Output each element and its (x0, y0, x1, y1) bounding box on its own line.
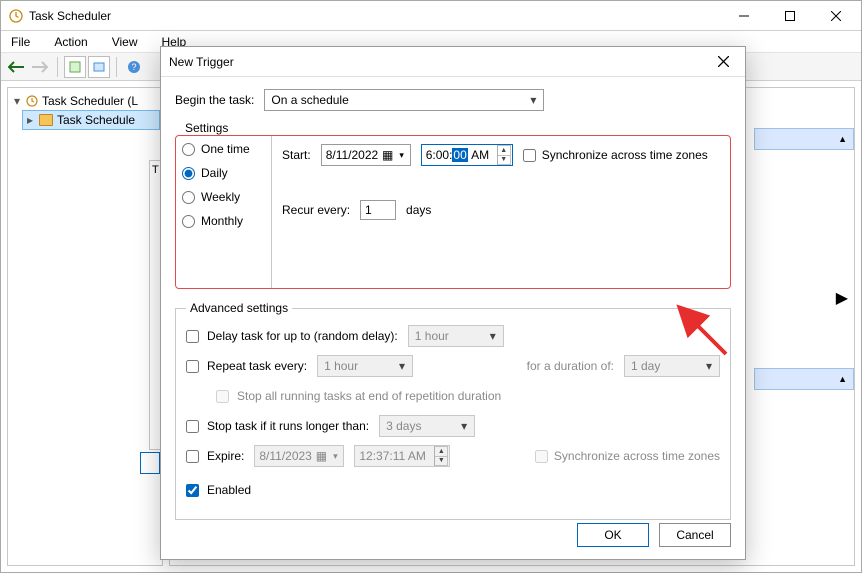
collapse-bar-top[interactable]: ▲ (754, 128, 854, 150)
cancel-button[interactable]: Cancel (659, 523, 731, 547)
menu-view[interactable]: View (108, 33, 142, 51)
chevron-down-icon: ▾ (396, 150, 408, 161)
stop-longer-checkbox[interactable]: Stop task if it runs longer than: (186, 419, 369, 433)
scroll-right-icon[interactable]: ▶ (836, 288, 848, 308)
calendar-icon: ▦ (313, 449, 329, 463)
advanced-fieldset: Advanced settings Delay task for up to (… (175, 301, 731, 520)
spin-down-icon: ▼ (498, 155, 511, 166)
main-titlebar: Task Scheduler (1, 1, 861, 31)
delay-checkbox[interactable]: Delay task for up to (random delay): (186, 329, 398, 343)
toolbar-button-1[interactable] (64, 56, 86, 78)
forward-button[interactable] (29, 56, 51, 78)
duration-dropdown: 1 day▾ (624, 355, 720, 377)
chevron-down-icon: ▾ (485, 326, 501, 346)
tree-library[interactable]: ▸ Task Schedule (22, 110, 160, 130)
tree-library-label: Task Schedule (57, 113, 135, 127)
folder-icon (39, 114, 53, 126)
dialog-close-button[interactable] (709, 52, 737, 72)
close-button[interactable] (813, 2, 859, 30)
ok-button[interactable]: OK (577, 523, 649, 547)
begin-task-dropdown[interactable]: On a schedule ▾ (264, 89, 544, 111)
sync-timezones-2-checkbox: Synchronize across time zones (535, 449, 720, 463)
svg-text:?: ? (131, 62, 136, 72)
start-label: Start: (282, 148, 311, 162)
expire-date-picker: 8/11/2023 ▦ ▾ (254, 445, 344, 467)
expire-checkbox[interactable]: Expire: (186, 449, 244, 463)
stop-longer-dropdown: 3 days▾ (379, 415, 475, 437)
settings-legend: Settings (181, 121, 232, 135)
repeat-checkbox[interactable]: Repeat task every: (186, 359, 307, 373)
expire-time-picker: 12:37:11 AM ▲▼ (354, 445, 450, 467)
help-icon-button[interactable]: ? (123, 56, 145, 78)
calendar-icon: ▦ (380, 148, 396, 162)
begin-task-value: On a schedule (271, 93, 348, 107)
chevron-down-icon: ▾ (394, 356, 410, 376)
clock-icon (9, 9, 23, 23)
tree-root[interactable]: ▾ Task Scheduler (L (10, 92, 160, 110)
chevron-down-icon: ▾ (525, 90, 541, 110)
spin-up-icon: ▲ (498, 145, 511, 155)
start-date-picker[interactable]: 8/11/2022 ▦ ▾ (321, 144, 411, 166)
dialog-title: New Trigger (169, 55, 234, 69)
tree-pane: ▾ Task Scheduler (L ▸ Task Schedule (7, 87, 163, 566)
start-date-value: 8/11/2022 (326, 148, 379, 162)
radio-daily[interactable]: Daily (182, 166, 265, 180)
chevron-up-icon: ▲ (838, 374, 847, 384)
collapse-bar-bottom[interactable]: ▲ (754, 368, 854, 390)
recur-label: Recur every: (282, 203, 350, 217)
expand-icon[interactable]: ▸ (25, 113, 35, 127)
expand-icon[interactable]: ▾ (12, 94, 22, 108)
advanced-legend: Advanced settings (186, 301, 292, 315)
chevron-down-icon: ▾ (701, 356, 717, 376)
recur-unit: days (406, 203, 431, 217)
begin-task-label: Begin the task: (175, 93, 254, 107)
radio-monthly[interactable]: Monthly (182, 214, 265, 228)
chevron-down-icon: ▾ (329, 451, 341, 462)
start-time-picker[interactable]: 6:00:00 AM ▲▼ (421, 144, 513, 166)
tree-root-label: Task Scheduler (L (42, 94, 138, 108)
period-column: One time Daily Weekly Monthly (176, 136, 272, 288)
delay-dropdown: 1 hour▾ (408, 325, 504, 347)
chevron-down-icon: ▾ (456, 416, 472, 436)
window-title: Task Scheduler (29, 9, 111, 23)
sync-timezones-checkbox[interactable]: Synchronize across time zones (523, 148, 708, 162)
repeat-dropdown: 1 hour▾ (317, 355, 413, 377)
duration-label: for a duration of: (527, 359, 614, 373)
menu-file[interactable]: File (7, 33, 34, 51)
settings-fieldset: Settings One time Daily Weekly Monthly S… (175, 121, 731, 289)
stop-repetition-checkbox: Stop all running tasks at end of repetit… (216, 389, 501, 403)
chevron-up-icon: ▲ (838, 134, 847, 144)
minimize-button[interactable] (721, 2, 767, 30)
clock-icon (26, 95, 38, 107)
maximize-button[interactable] (767, 2, 813, 30)
back-button[interactable] (5, 56, 27, 78)
dialog-titlebar: New Trigger (161, 47, 745, 77)
time-spinner[interactable]: ▲▼ (497, 145, 511, 165)
radio-one-time[interactable]: One time (182, 142, 265, 156)
time-spinner: ▲▼ (434, 446, 448, 466)
bg-button-fragment (140, 452, 160, 474)
time-seconds-selected: 00 (452, 148, 467, 162)
toolbar-button-2[interactable] (88, 56, 110, 78)
menu-action[interactable]: Action (50, 33, 91, 51)
recur-days-input[interactable]: 1 (360, 200, 396, 220)
radio-weekly[interactable]: Weekly (182, 190, 265, 204)
new-trigger-dialog: New Trigger Begin the task: On a schedul… (160, 46, 746, 560)
enabled-checkbox[interactable]: Enabled (186, 483, 251, 497)
